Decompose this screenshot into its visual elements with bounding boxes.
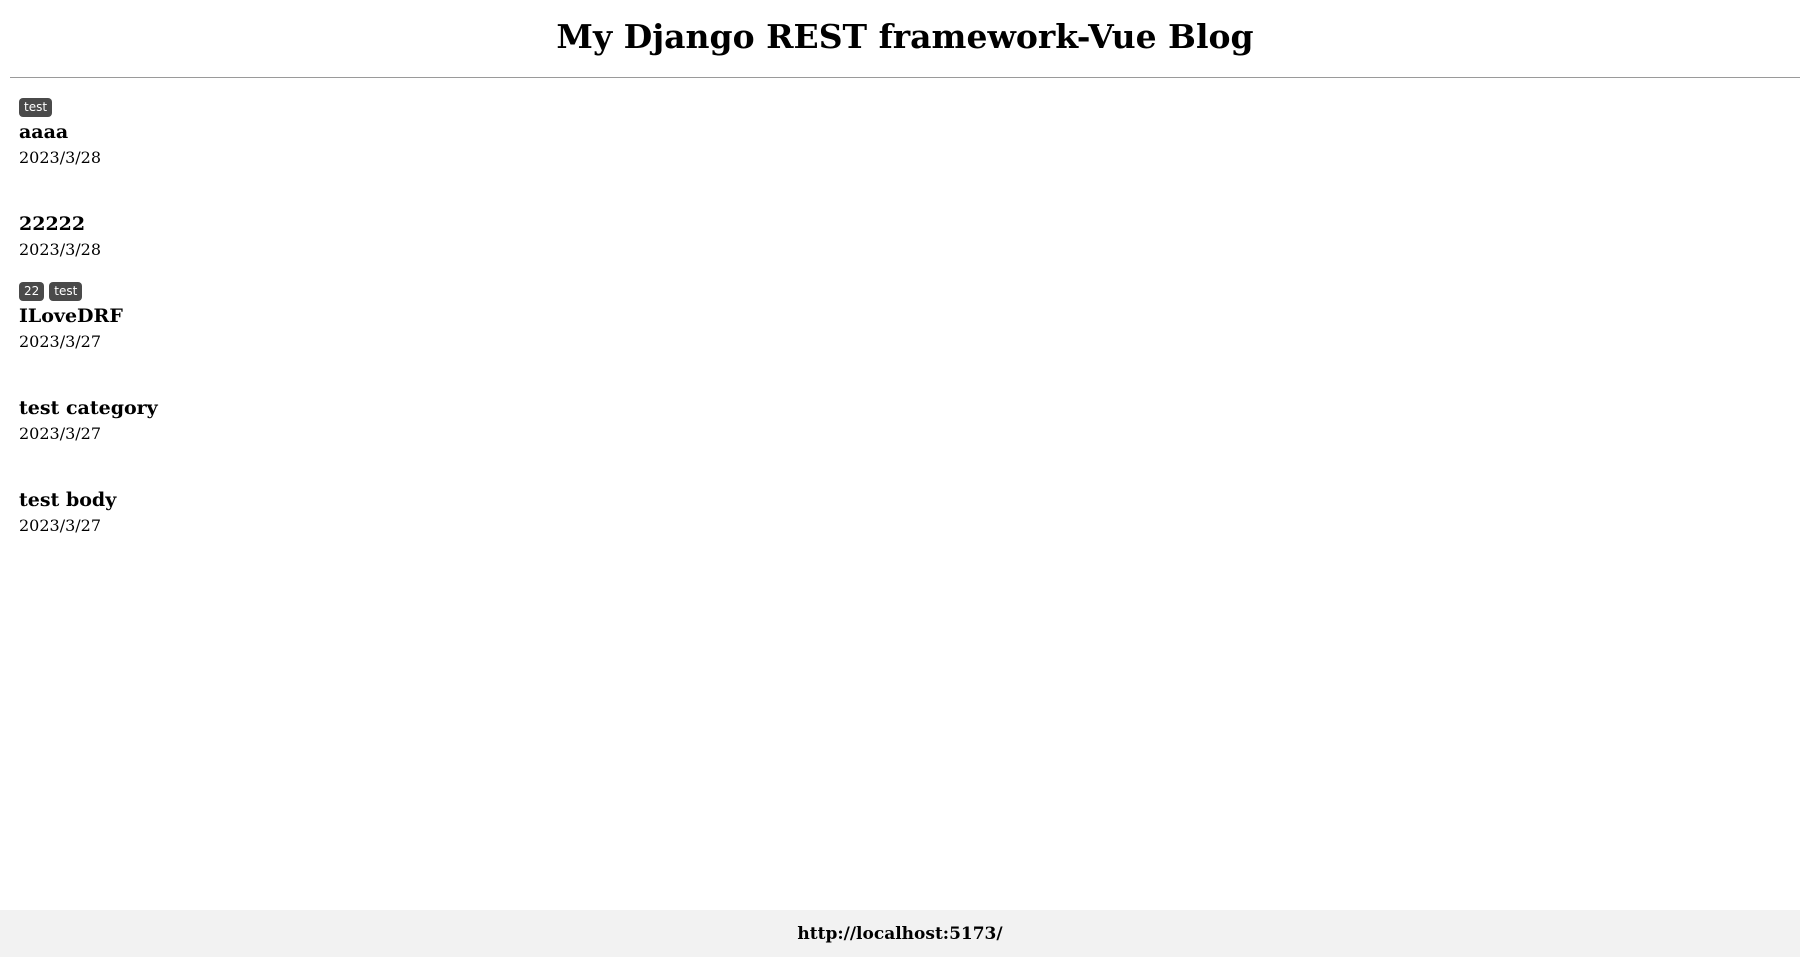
page-title: My Django REST framework-Vue Blog — [556, 17, 1254, 56]
article-date: 2023/3/27 — [19, 332, 102, 351]
article-title-link[interactable]: aaaa — [19, 120, 619, 145]
article-item[interactable]: 22222 2023/3/28 — [19, 190, 619, 262]
article-date: 2023/3/28 — [19, 240, 102, 259]
article-item[interactable]: test category 2023/3/27 — [19, 374, 619, 446]
article-date: 2023/3/27 — [19, 516, 102, 535]
article-date: 2023/3/27 — [19, 424, 102, 443]
tag-list — [19, 374, 619, 395]
page-footer: http://localhost:5173/ — [0, 910, 1800, 957]
article-date: 2023/3/28 — [19, 148, 102, 167]
article-item[interactable]: test body 2023/3/27 — [19, 466, 619, 538]
tag-badge[interactable]: test — [19, 98, 53, 117]
tag-badge[interactable]: test — [49, 282, 83, 301]
article-title-link[interactable]: test category — [19, 396, 619, 421]
tag-list: 22 test — [19, 282, 619, 303]
article-item[interactable]: 22 test ILoveDRF 2023/3/27 — [19, 282, 619, 354]
article-title-link[interactable]: 22222 — [19, 212, 619, 237]
tag-list — [19, 466, 619, 487]
article-item[interactable]: test aaaa 2023/3/28 — [19, 98, 619, 170]
page-header: My Django REST framework-Vue Blog — [10, 0, 1800, 78]
tag-badge[interactable]: 22 — [19, 282, 45, 301]
article-title-link[interactable]: test body — [19, 488, 619, 513]
tag-list: test — [19, 98, 619, 119]
article-title-link[interactable]: ILoveDRF — [19, 304, 619, 329]
tag-list — [19, 190, 619, 211]
article-list: test aaaa 2023/3/28 22222 2023/3/28 22 t… — [19, 98, 619, 558]
footer-url: http://localhost:5173/ — [797, 924, 1003, 944]
